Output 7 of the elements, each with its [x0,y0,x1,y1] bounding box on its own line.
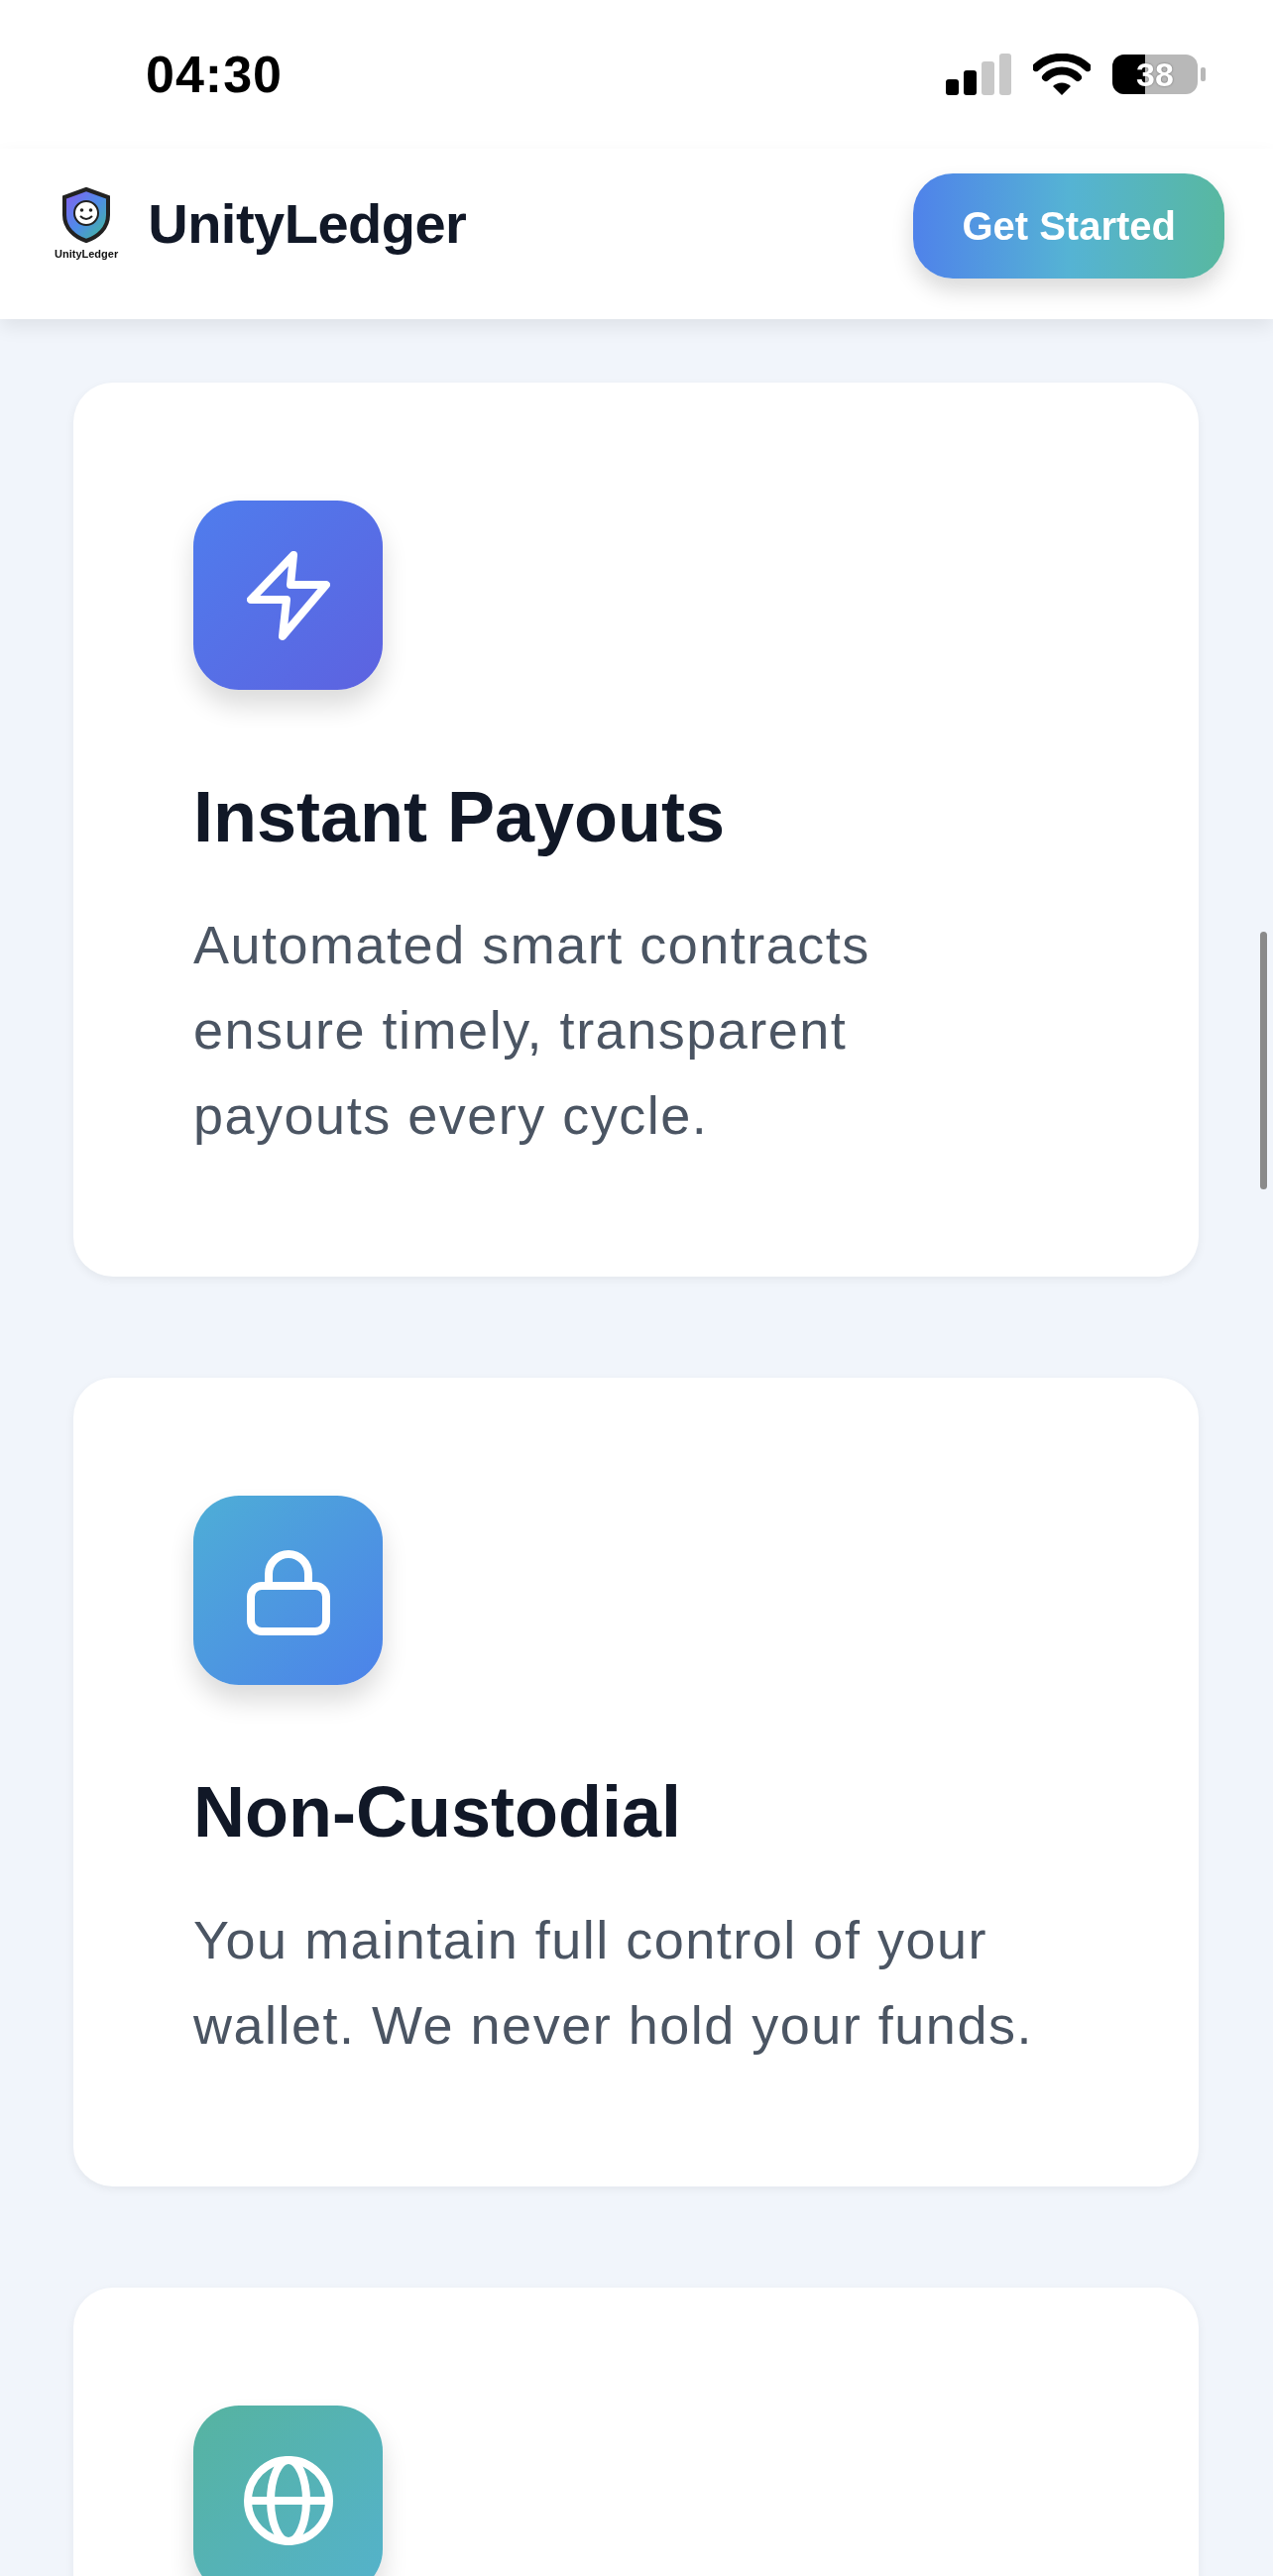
feature-description: You maintain full control of your wallet. We never hold your funds. [193,1909,1034,2057]
brand-name: UnityLedger [148,190,467,256]
feature-title: Non-Custodial [193,1776,682,1848]
clock-time: 04:30 [146,45,283,104]
feature-description: Automated smart contracts ensure timely, transparent payouts every cycle. [193,914,871,1147]
get-started-button[interactable]: Get Started [913,173,1224,279]
logo-caption: UnityLedger [55,248,119,260]
